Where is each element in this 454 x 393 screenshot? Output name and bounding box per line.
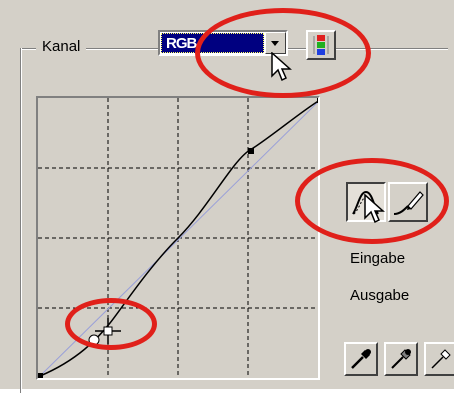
highlight-ring-curve-point [65,298,157,350]
curve-end-point-white [317,98,318,103]
black-point-eyedropper-icon [351,349,371,369]
mouse-pointer-icon [364,194,385,224]
gray-point-eyedropper-icon [391,349,411,369]
tone-curve-panel: Kanal RGB Eingabe Ausgabe [0,0,454,393]
white-point-eyedropper-button[interactable] [424,342,454,376]
output-value-label: Ausgabe [350,287,410,304]
white-point-eyedropper-icon [431,349,451,369]
gray-point-eyedropper-button[interactable] [384,342,418,376]
curve-control-point [248,148,254,154]
input-value-label: Eingabe [350,250,406,267]
channel-label: Kanal [36,38,87,55]
curve-end-point-black [38,373,43,378]
black-point-eyedropper-button[interactable] [344,342,378,376]
mouse-pointer-icon [271,52,292,82]
group-frame-left [20,48,22,393]
channel-select-value: RGB [166,35,197,52]
